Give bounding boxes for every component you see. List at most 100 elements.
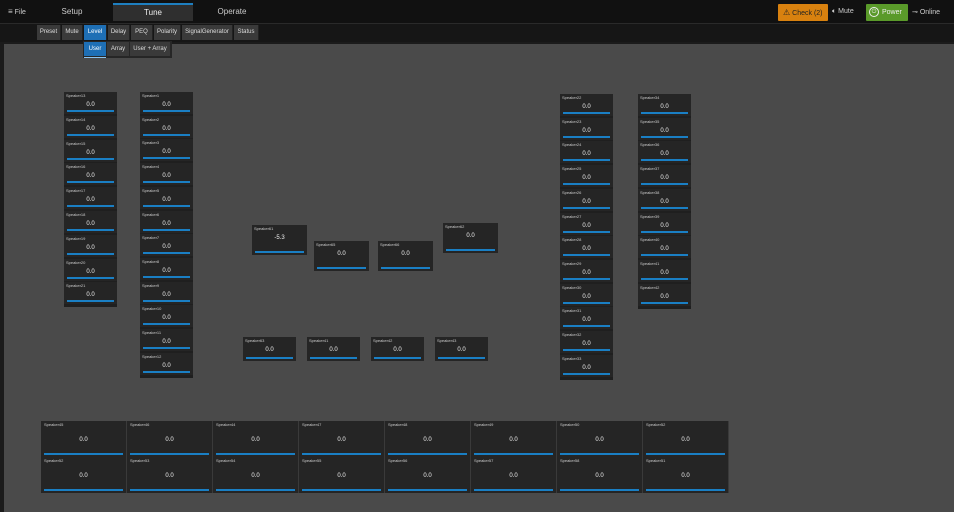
- level-slider-bar[interactable]: [563, 325, 610, 328]
- speaker-level-control[interactable]: Speaker5 0.0: [140, 186, 193, 209]
- speaker-level-control[interactable]: Speaker12 0.0: [140, 352, 193, 375]
- speaker-level-control[interactable]: Speaker32 0.0: [560, 331, 613, 353]
- level-slider-bar[interactable]: [641, 254, 688, 257]
- speaker-level-control[interactable]: Speaker66 0.0: [378, 241, 433, 271]
- level-slider-bar[interactable]: [67, 133, 114, 136]
- speaker-level-control[interactable]: Speaker11 0.0: [140, 329, 193, 351]
- level-slider-bar[interactable]: [143, 323, 190, 326]
- level-slider-bar[interactable]: [216, 453, 295, 455]
- level-slider-bar[interactable]: [143, 157, 190, 160]
- level-slider-bar[interactable]: [302, 453, 381, 455]
- level-slider-bar[interactable]: [130, 453, 209, 455]
- speaker-level-control[interactable]: Speaker57 0.0: [471, 457, 557, 493]
- speaker-level-control[interactable]: Speaker7 0.0: [140, 234, 193, 257]
- tab-polarity[interactable]: Polarity: [154, 25, 181, 40]
- level-slider-bar[interactable]: [216, 489, 295, 491]
- tab-user-array[interactable]: User + Array: [130, 42, 170, 56]
- speaker-level-control[interactable]: Speaker8 0.0: [140, 257, 193, 280]
- speaker-level-control[interactable]: Speaker22 0.0: [560, 94, 613, 116]
- speaker-level-control[interactable]: Speaker2 0.0: [140, 115, 193, 138]
- speaker-level-control[interactable]: Speaker3 0.0: [140, 139, 193, 162]
- level-slider-bar[interactable]: [560, 489, 639, 491]
- speaker-level-control[interactable]: Speaker48 0.0: [385, 421, 471, 457]
- level-slider-bar[interactable]: [563, 254, 610, 257]
- speaker-level-control[interactable]: Speaker44 0.0: [213, 421, 299, 457]
- tab-level[interactable]: Level: [84, 25, 107, 40]
- tab-array[interactable]: Array: [107, 42, 129, 56]
- speaker-level-control[interactable]: Speaker37 0.0: [638, 165, 691, 188]
- file-menu[interactable]: ≡ File: [8, 7, 26, 16]
- level-slider-bar[interactable]: [381, 267, 430, 269]
- speaker-level-control[interactable]: Speaker33 0.0: [560, 354, 613, 377]
- level-slider-bar[interactable]: [374, 357, 421, 359]
- speaker-level-control[interactable]: Speaker56 0.0: [385, 457, 471, 493]
- speaker-level-control[interactable]: Speaker6 0.0: [140, 210, 193, 233]
- level-slider-bar[interactable]: [563, 135, 610, 138]
- level-slider-bar[interactable]: [641, 277, 688, 280]
- level-slider-bar[interactable]: [67, 300, 114, 303]
- speaker-level-control[interactable]: Speaker15 0.0: [64, 139, 117, 162]
- speaker-level-control[interactable]: Speaker52 0.0: [41, 457, 127, 493]
- speaker-level-control[interactable]: Speaker62 0.0: [443, 223, 498, 253]
- level-slider-bar[interactable]: [143, 275, 190, 278]
- level-slider-bar[interactable]: [143, 347, 190, 349]
- level-slider-bar[interactable]: [438, 357, 485, 359]
- mute-button[interactable]: 🔈︎ Mute: [832, 8, 854, 16]
- level-slider-bar[interactable]: [641, 230, 688, 233]
- tab-setup[interactable]: Setup: [32, 3, 112, 21]
- level-slider-bar[interactable]: [317, 267, 366, 269]
- speaker-level-control[interactable]: Speaker1 0.0: [140, 92, 193, 114]
- level-slider-bar[interactable]: [67, 229, 114, 231]
- tab-preset[interactable]: Preset: [37, 25, 61, 40]
- speaker-level-control[interactable]: Speaker35 0.0: [638, 117, 691, 140]
- speaker-level-control[interactable]: Speaker40 0.0: [638, 236, 691, 259]
- level-slider-bar[interactable]: [641, 206, 688, 209]
- level-slider-bar[interactable]: [563, 159, 610, 162]
- speaker-level-control[interactable]: Speaker25 0.0: [560, 165, 613, 188]
- level-slider-bar[interactable]: [255, 251, 304, 253]
- speaker-level-control[interactable]: Speaker28 0.0: [560, 236, 613, 259]
- level-slider-bar[interactable]: [563, 349, 610, 351]
- speaker-level-control[interactable]: Speaker50 0.0: [557, 421, 643, 457]
- level-slider-bar[interactable]: [67, 110, 114, 112]
- level-slider-bar[interactable]: [563, 112, 610, 114]
- level-slider-bar[interactable]: [563, 230, 610, 233]
- speaker-level-control[interactable]: Speaker17 0.0: [64, 187, 117, 210]
- speaker-level-control[interactable]: Speaker54 0.0: [213, 457, 299, 493]
- speaker-level-control[interactable]: Speaker13 0.0: [64, 92, 117, 114]
- level-slider-bar[interactable]: [641, 135, 688, 138]
- speaker-level-control[interactable]: Speaker58 0.0: [557, 457, 643, 493]
- level-slider-bar[interactable]: [474, 489, 553, 491]
- level-slider-bar[interactable]: [143, 133, 190, 136]
- speaker-level-control[interactable]: Speaker46 0.0: [127, 421, 213, 457]
- speaker-level-control[interactable]: Speaker16 0.0: [64, 163, 117, 186]
- speaker-level-control[interactable]: Speaker45 0.0: [41, 421, 127, 457]
- level-slider-bar[interactable]: [446, 249, 495, 251]
- level-slider-bar[interactable]: [143, 204, 190, 207]
- level-slider-bar[interactable]: [563, 183, 610, 186]
- tab-mute[interactable]: Mute: [62, 25, 83, 40]
- level-slider-bar[interactable]: [44, 489, 123, 491]
- level-slider-bar[interactable]: [388, 489, 467, 491]
- tab-delay[interactable]: Delay: [108, 25, 130, 40]
- level-slider-bar[interactable]: [67, 252, 114, 255]
- speaker-level-control[interactable]: Speaker29 0.0: [560, 259, 613, 282]
- level-slider-bar[interactable]: [563, 206, 610, 209]
- speaker-level-control[interactable]: Speaker19 0.0: [64, 234, 117, 257]
- speaker-level-control[interactable]: Speaker41 0.0: [638, 259, 691, 282]
- speaker-level-control[interactable]: Speaker4 0.0: [140, 163, 193, 186]
- level-slider-bar[interactable]: [67, 157, 114, 160]
- speaker-level-control[interactable]: Speaker52 0.0: [643, 421, 729, 457]
- level-slider-bar[interactable]: [246, 357, 293, 359]
- level-slider-bar[interactable]: [474, 453, 553, 455]
- level-slider-bar[interactable]: [67, 181, 114, 184]
- speaker-level-control[interactable]: Speaker63 0.0: [243, 337, 296, 361]
- speaker-level-control[interactable]: Speaker18 0.0: [64, 211, 117, 233]
- tab-operate[interactable]: Operate: [192, 3, 272, 21]
- speaker-level-control[interactable]: Speaker47 0.0: [299, 421, 385, 457]
- speaker-level-control[interactable]: Speaker42 0.0: [371, 337, 424, 361]
- speaker-level-control[interactable]: Speaker27 0.0: [560, 212, 613, 235]
- speaker-level-control[interactable]: Speaker24 0.0: [560, 141, 613, 164]
- speaker-level-control[interactable]: Speaker10 0.0: [140, 305, 193, 328]
- speaker-level-control[interactable]: Speaker43 0.0: [435, 337, 488, 361]
